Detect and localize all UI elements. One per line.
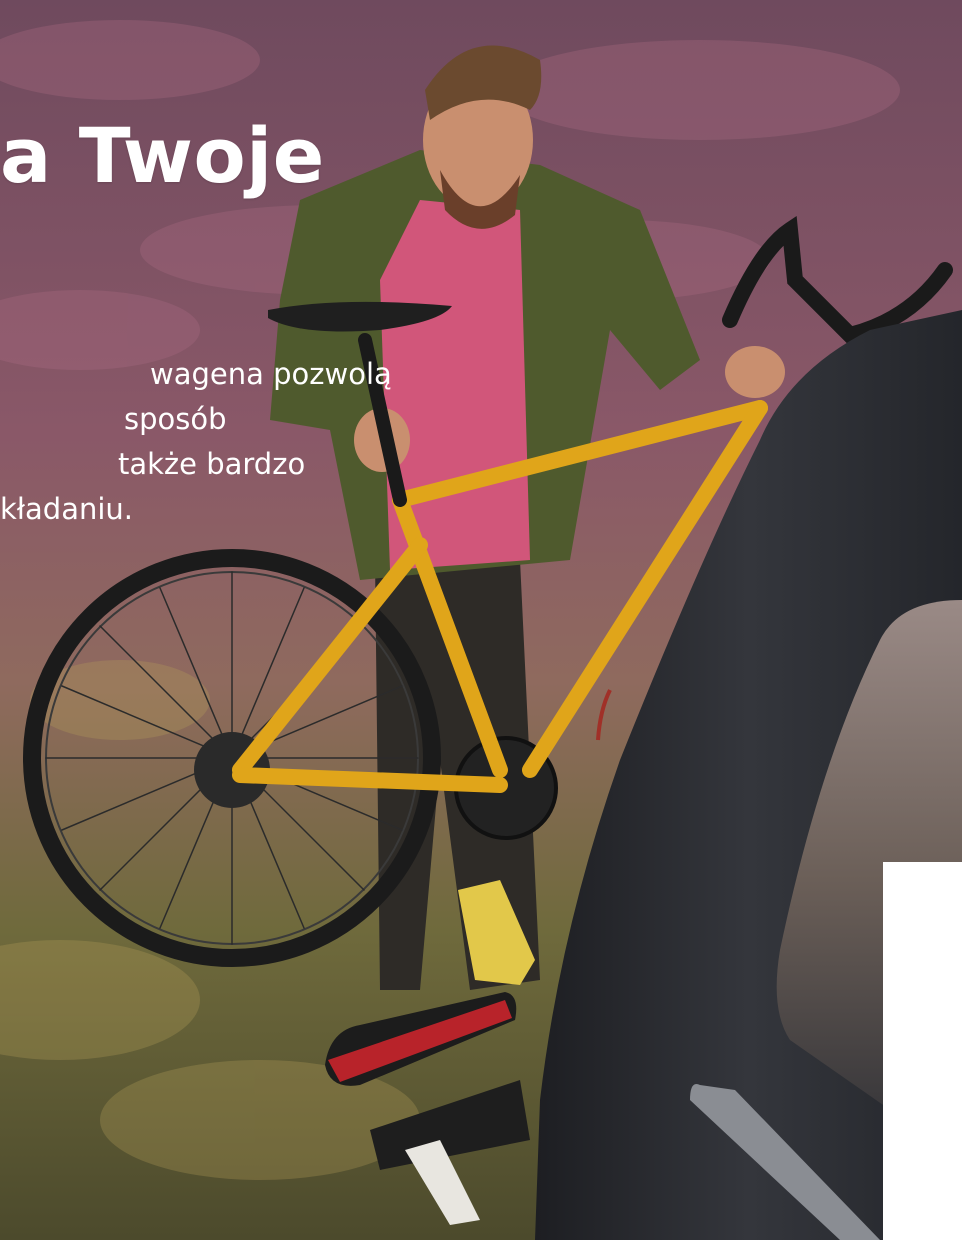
hero-text-line: kładaniu. — [0, 492, 134, 526]
hero-text-line: także bardzo — [118, 447, 306, 481]
hero-text-line: wagena pozwolą — [150, 357, 392, 391]
hero-title-fragment: a Twoje — [0, 111, 325, 200]
content-card-edge — [883, 862, 962, 1240]
hero-description: wagena pozwolą sposób także bardzo kłada… — [0, 352, 392, 532]
hero-text-line: sposób — [124, 402, 227, 436]
